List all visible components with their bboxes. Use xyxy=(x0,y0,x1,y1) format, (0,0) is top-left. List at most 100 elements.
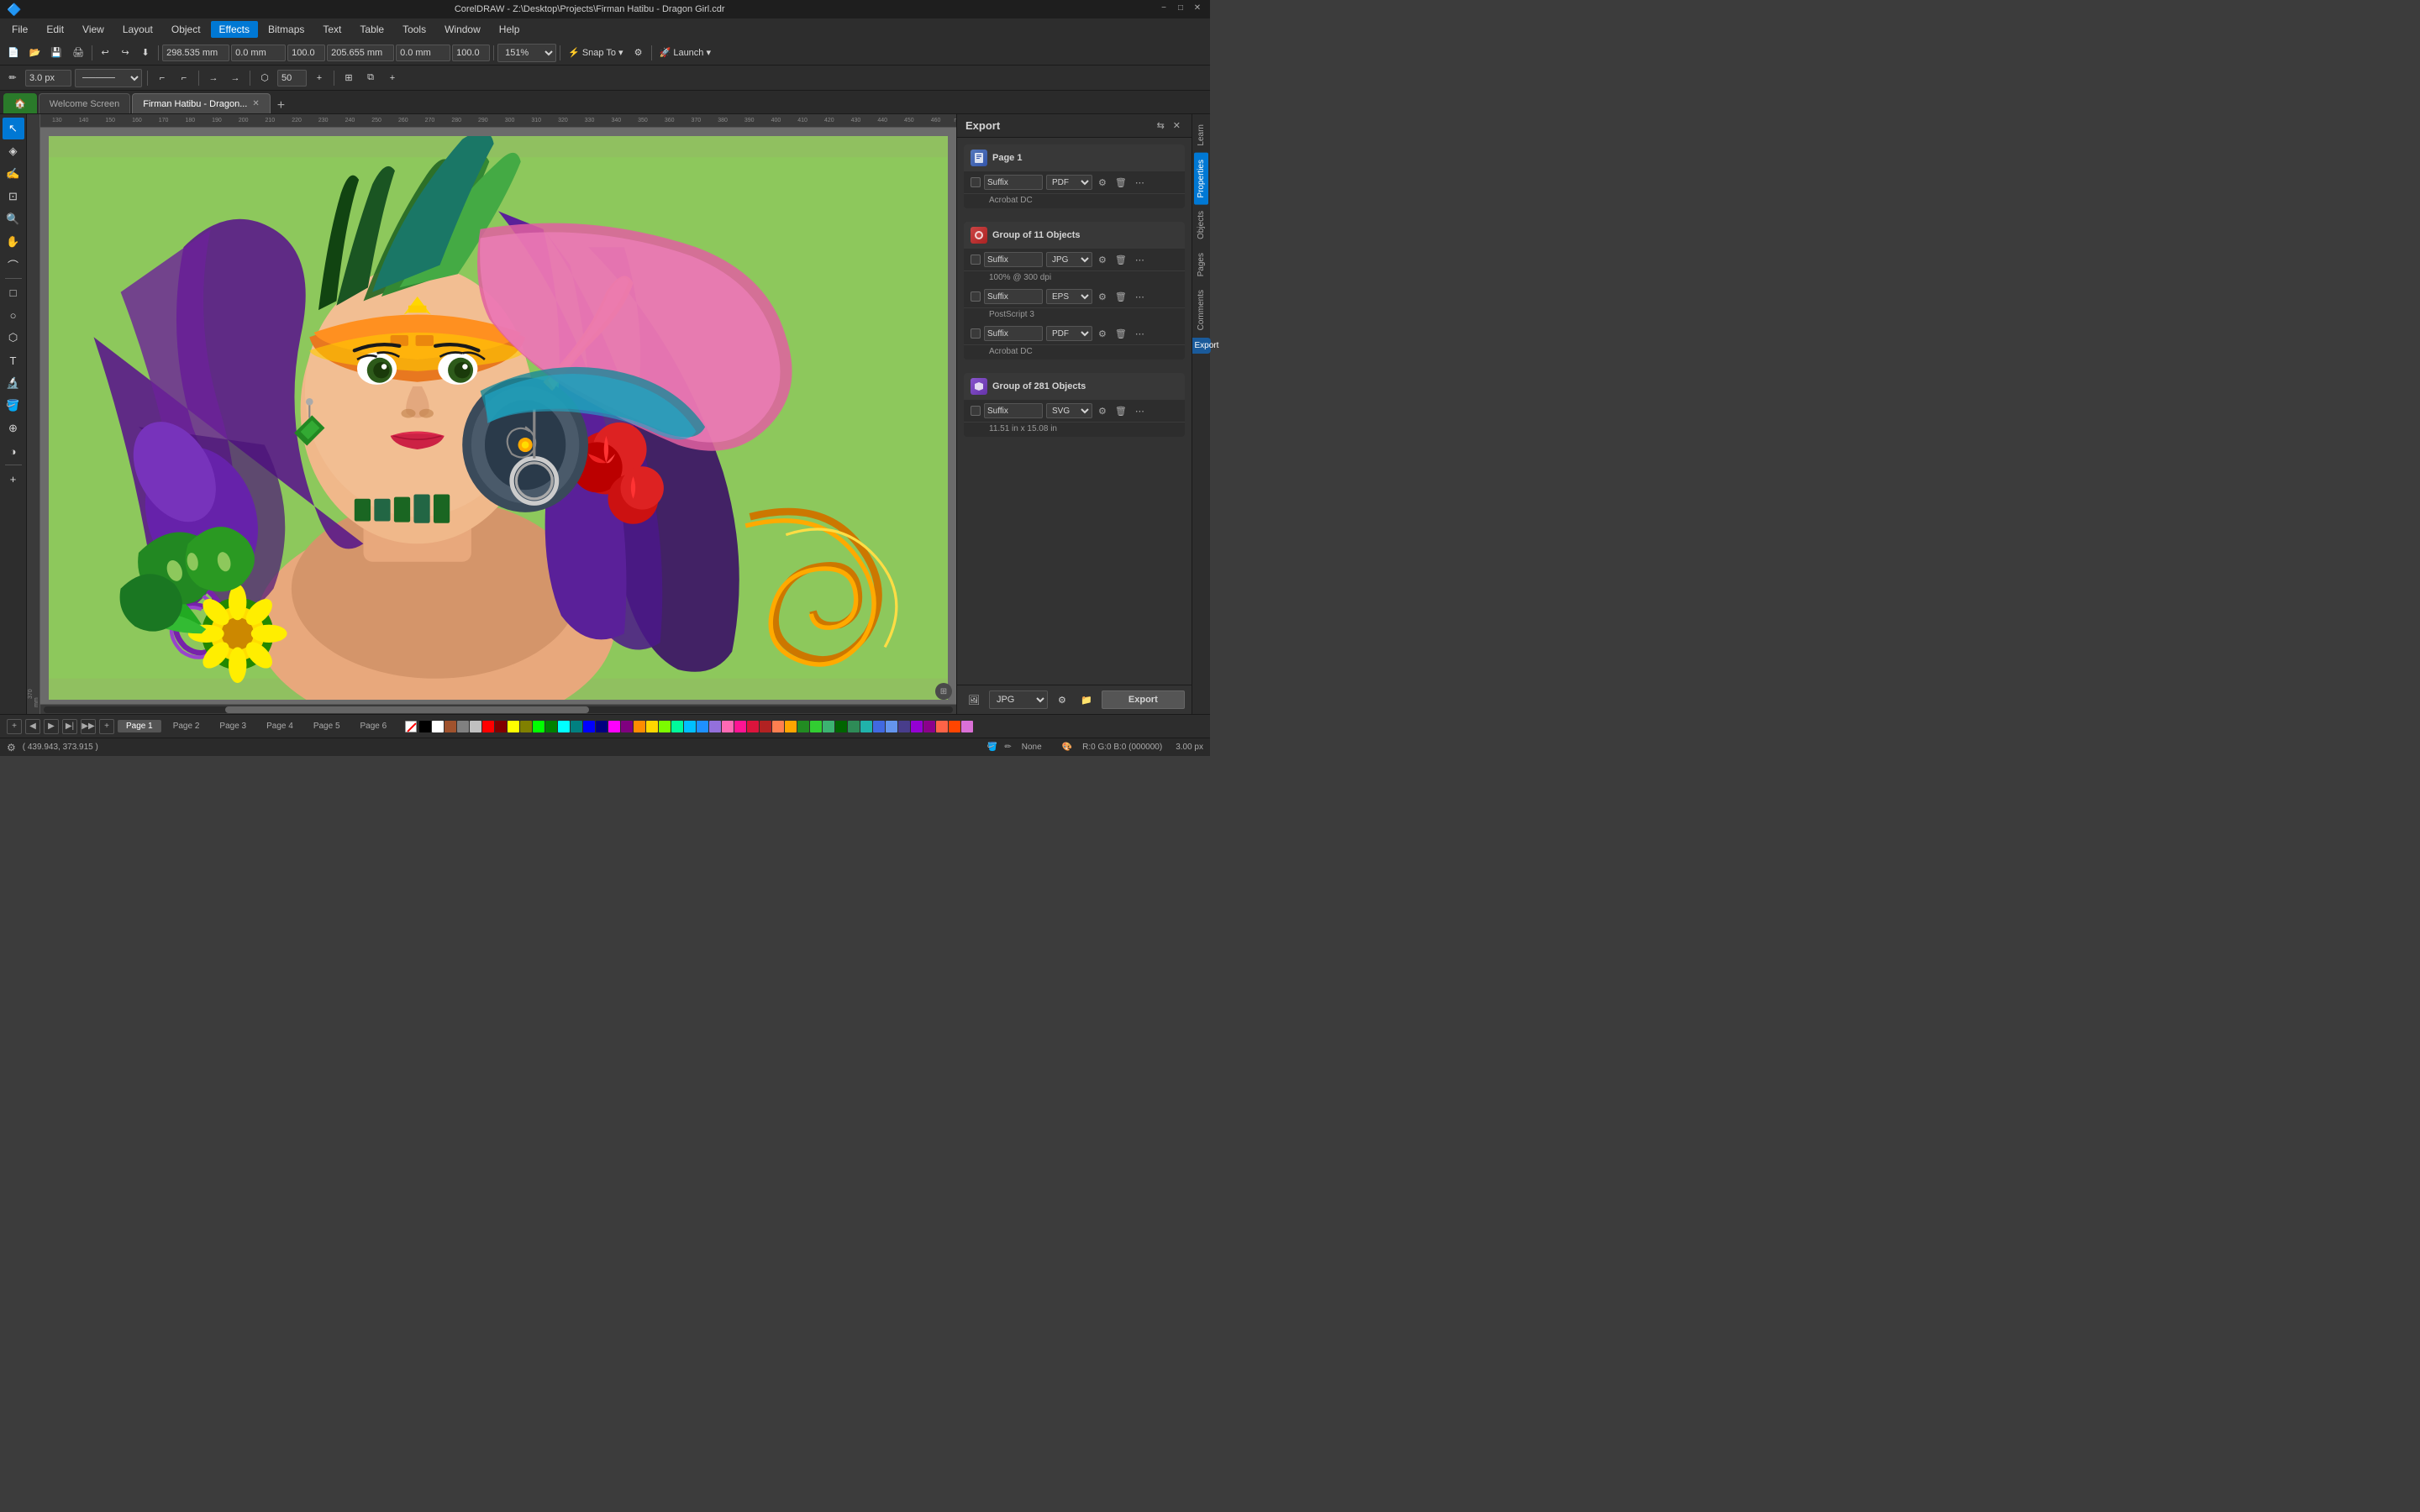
page1-tab[interactable]: Page 1 xyxy=(118,720,161,732)
group11-pdf-more-btn[interactable]: ⋯ xyxy=(1133,328,1147,340)
text-tool[interactable]: T xyxy=(3,349,24,371)
transparency-tool[interactable]: ◑ xyxy=(3,440,24,462)
group11-jpg-checkbox[interactable] xyxy=(971,255,981,265)
color-swatch[interactable] xyxy=(545,721,557,732)
zoom-dropdown[interactable]: 151% 100% 75% xyxy=(497,44,556,62)
group11-jpg-format[interactable]: JPG PDF PNG SVG EPS xyxy=(1046,252,1092,267)
group11-pdf-settings-btn[interactable]: ⚙ xyxy=(1096,328,1109,340)
group11-pdf-suffix[interactable] xyxy=(984,326,1043,341)
add-tab-button[interactable]: + xyxy=(272,98,290,113)
menu-effects[interactable]: Effects xyxy=(211,21,258,38)
color-swatch[interactable] xyxy=(684,721,696,732)
tab-close-icon[interactable]: ✕ xyxy=(252,99,259,108)
page5-tab[interactable]: Page 5 xyxy=(305,720,349,732)
play-button[interactable]: ▶ xyxy=(44,719,59,734)
horizontal-scrollbar[interactable] xyxy=(40,704,956,714)
shape-tool[interactable]: ◈ xyxy=(3,140,24,162)
x-coord-input[interactable]: 298.535 mm xyxy=(162,45,229,61)
group281-svg-checkbox[interactable] xyxy=(971,406,981,416)
prev-page-button[interactable]: ◀ xyxy=(25,719,40,734)
color-swatch[interactable] xyxy=(734,721,746,732)
color-swatch[interactable] xyxy=(671,721,683,732)
color-swatch[interactable] xyxy=(760,721,771,732)
group11-pdf-checkbox[interactable] xyxy=(971,328,981,339)
color-swatch[interactable] xyxy=(583,721,595,732)
maximize-button[interactable]: □ xyxy=(1175,3,1186,15)
menu-window[interactable]: Window xyxy=(436,21,489,38)
color-swatch[interactable] xyxy=(936,721,948,732)
color-swatch[interactable] xyxy=(533,721,544,732)
color-swatch[interactable] xyxy=(898,721,910,732)
undo-button[interactable]: ↩ xyxy=(96,44,114,62)
color-swatch[interactable] xyxy=(470,721,481,732)
import-button[interactable]: ⬇ xyxy=(136,44,155,62)
redo-button[interactable]: ↪ xyxy=(116,44,134,62)
group11-pdf-format[interactable]: PDF JPG PNG SVG EPS xyxy=(1046,326,1092,341)
no-fill-swatch[interactable] xyxy=(405,721,417,732)
export-side-tab[interactable]: Export xyxy=(1192,338,1211,354)
page1-pdf-checkbox[interactable] xyxy=(971,177,981,187)
color-swatch[interactable] xyxy=(848,721,860,732)
last-page-button[interactable]: ▶▶ xyxy=(81,719,96,734)
plus-btn[interactable]: + xyxy=(383,69,402,87)
w2-input[interactable]: 100.0 xyxy=(287,45,325,61)
color-swatch[interactable] xyxy=(608,721,620,732)
canvas-area[interactable]: 1301401501601701801902002102202302402502… xyxy=(40,114,956,714)
group11-eps-format[interactable]: EPS JPG PDF PNG SVG xyxy=(1046,289,1092,304)
ellipse-tool[interactable]: ○ xyxy=(3,304,24,326)
color-swatch[interactable] xyxy=(558,721,570,732)
page4-tab[interactable]: Page 4 xyxy=(258,720,302,732)
freehand-tool[interactable]: ✍ xyxy=(3,163,24,185)
grid-btn[interactable]: ⊞ xyxy=(339,69,358,87)
group281-svg-format[interactable]: SVG JPG PDF PNG EPS xyxy=(1046,403,1092,418)
new-button[interactable]: 📄 xyxy=(3,44,24,62)
stroke-type-dropdown[interactable]: ───── xyxy=(75,69,142,87)
page1-suffix-input[interactable] xyxy=(984,175,1043,190)
fill-tool[interactable]: 🪣 xyxy=(3,395,24,417)
group11-eps-delete-btn[interactable]: 🗑 xyxy=(1113,291,1129,303)
color-swatch[interactable] xyxy=(886,721,897,732)
color-swatch[interactable] xyxy=(520,721,532,732)
snap-to-button[interactable]: ⚡ Snap To ▾ xyxy=(564,44,628,62)
color-swatch[interactable] xyxy=(961,721,973,732)
color-swatch[interactable] xyxy=(495,721,507,732)
menu-help[interactable]: Help xyxy=(491,21,529,38)
color-swatch[interactable] xyxy=(646,721,658,732)
crop-tool[interactable]: ⊡ xyxy=(3,186,24,207)
scale-plus[interactable]: + xyxy=(310,69,329,87)
settings-status-icon[interactable]: ⚙ xyxy=(7,742,16,753)
stroke-settings-button[interactable]: ✏ xyxy=(3,69,22,87)
export-main-format[interactable]: JPG PDF PNG SVG xyxy=(989,690,1048,709)
color-swatch[interactable] xyxy=(747,721,759,732)
color-swatch[interactable] xyxy=(621,721,633,732)
objects-tab[interactable]: Objects xyxy=(1194,204,1208,246)
group281-svg-delete-btn[interactable]: 🗑 xyxy=(1113,405,1129,417)
open-button[interactable]: 📂 xyxy=(25,44,45,62)
color-swatch[interactable] xyxy=(445,721,456,732)
menu-text[interactable]: Text xyxy=(314,21,350,38)
color-swatch[interactable] xyxy=(772,721,784,732)
stroke-size-input[interactable]: 3.0 px xyxy=(25,70,71,87)
color-swatch[interactable] xyxy=(432,721,444,732)
minimize-button[interactable]: − xyxy=(1158,3,1170,15)
add-page-button[interactable]: + xyxy=(7,719,22,734)
export-main-button[interactable]: Export xyxy=(1102,690,1185,709)
align-btn[interactable]: ⧉ xyxy=(361,69,380,87)
w-input[interactable]: 0.0 mm xyxy=(231,45,286,61)
group11-jpg-delete-btn[interactable]: 🗑 xyxy=(1113,254,1129,266)
scale-value-input[interactable]: 50 xyxy=(277,70,307,87)
color-swatch[interactable] xyxy=(949,721,960,732)
expand-panel-button[interactable]: ⇆ xyxy=(1155,119,1167,132)
arrow-end2[interactable]: → xyxy=(226,69,245,87)
y-coord-input[interactable]: 205.655 mm xyxy=(327,45,394,61)
color-swatch[interactable] xyxy=(596,721,608,732)
arrow-end1[interactable]: → xyxy=(204,69,223,87)
page6-tab[interactable]: Page 6 xyxy=(352,720,396,732)
group11-eps-checkbox[interactable] xyxy=(971,291,981,302)
page1-settings-btn[interactable]: ⚙ xyxy=(1096,176,1109,189)
pages-tab[interactable]: Pages xyxy=(1194,246,1208,283)
group11-jpg-suffix[interactable] xyxy=(984,252,1043,267)
select-tool[interactable]: ↖ xyxy=(3,118,24,139)
group281-svg-more-btn[interactable]: ⋯ xyxy=(1133,405,1147,417)
color-swatch[interactable] xyxy=(797,721,809,732)
